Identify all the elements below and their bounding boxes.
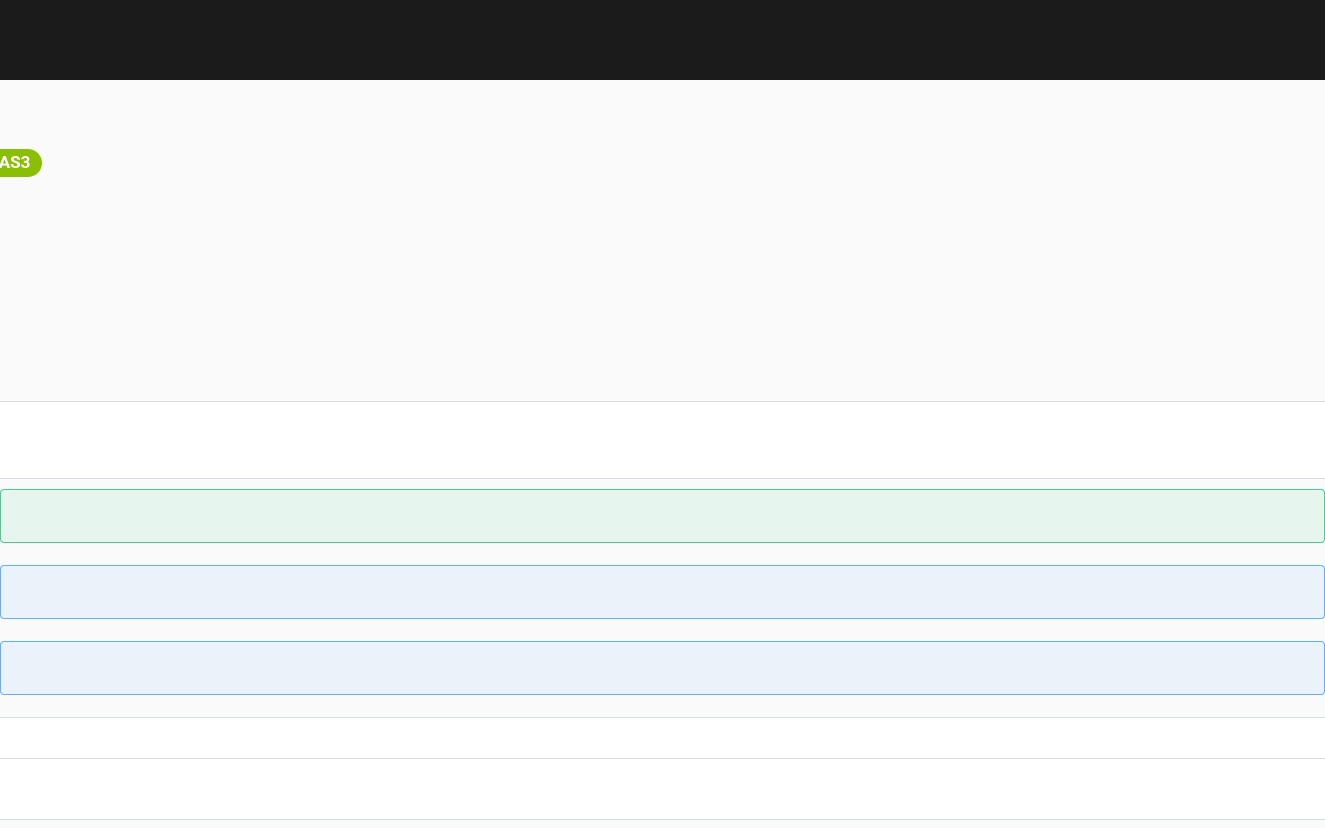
bottom-section [0,759,1325,819]
top-bar [0,0,1325,80]
oas-badge: OAS3 [0,149,42,177]
bottom-divider [0,819,1325,820]
operation-get-1[interactable] [0,565,1325,619]
spacer [0,206,1325,401]
operation-post[interactable] [0,489,1325,543]
tag-section-2[interactable] [0,717,1325,759]
tag-section[interactable] [0,402,1325,479]
operation-get-2[interactable] [0,641,1325,695]
api-title-row: tion v1 OAS3 [0,140,1325,206]
content-area: tion v1 OAS3 [0,80,1325,820]
